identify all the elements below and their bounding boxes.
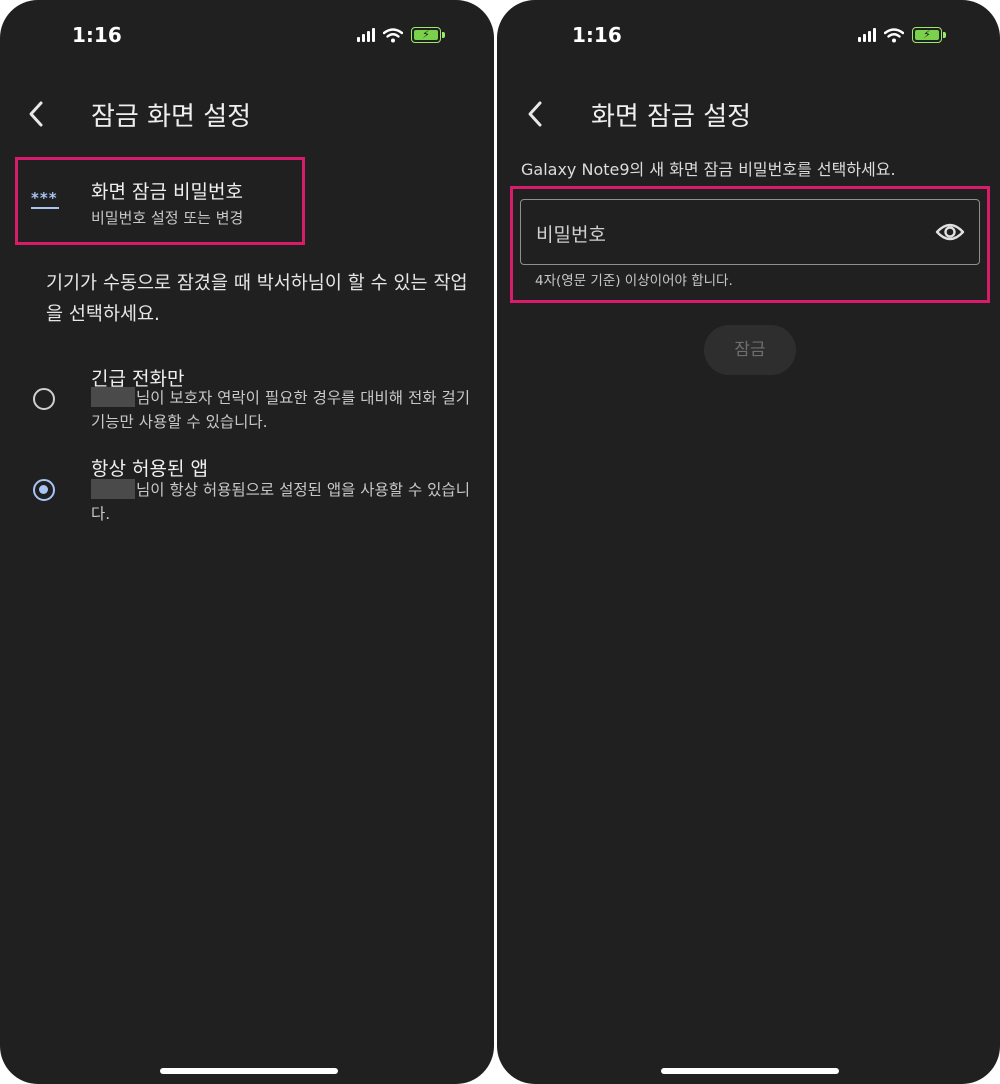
- option-description: 님이 보호자 연락이 필요한 경우를 대비해 전화 걸기 기능만 사용할 수 있…: [91, 387, 470, 431]
- redacted-name: [91, 387, 135, 407]
- radio-always-allowed-apps[interactable]: [33, 479, 55, 501]
- back-arrow-icon[interactable]: [22, 99, 52, 129]
- battery-icon: ⚡: [912, 27, 946, 43]
- lock-action-description: 기기가 수동으로 잠겼을 때 박서하님이 할 수 있는 작업을 선택하세요.: [46, 273, 468, 325]
- password-item-title: 화면 잠금 비밀번호: [91, 181, 243, 203]
- signal-icon: [357, 28, 375, 42]
- page-title: 잠금 화면 설정: [91, 102, 252, 132]
- option-emergency-calls[interactable]: 긴급 전화만 님이 보호자 연락이 필요한 경우를 대비해 전화 걸기 기능만 …: [0, 355, 494, 435]
- back-arrow-icon[interactable]: [521, 99, 551, 129]
- password-setting-item[interactable]: *** 화면 잠금 비밀번호 비밀번호 설정 또는 변경: [18, 160, 302, 242]
- password-input[interactable]: 비밀번호: [520, 199, 980, 265]
- option-always-allowed-apps[interactable]: 항상 허용된 앱 님이 항상 허용됨으로 설정된 앱을 사용할 수 있습니다.: [0, 445, 494, 525]
- option-description: 님이 항상 허용됨으로 설정된 앱을 사용할 수 있습니다.: [91, 479, 470, 523]
- password-placeholder: 비밀번호: [536, 224, 606, 246]
- page-title: 화면 잠금 설정: [591, 102, 752, 132]
- home-indicator[interactable]: [661, 1068, 839, 1074]
- option-title: 항상 허용된 앱: [91, 458, 208, 480]
- status-time: 1:16: [572, 23, 622, 47]
- password-item-subtitle: 비밀번호 설정 또는 변경: [91, 209, 244, 227]
- battery-icon: ⚡: [411, 27, 445, 43]
- status-icons: ⚡: [357, 27, 445, 43]
- status-time: 1:16: [72, 23, 122, 47]
- wifi-icon: [383, 27, 403, 42]
- lock-screen-settings-screen: 1:16 ⚡ 잠금 화면 설정 *** 화면 잠금 비밀번호 비밀번호 설정 또…: [0, 0, 494, 1084]
- radio-emergency-calls[interactable]: [33, 388, 55, 410]
- password-instruction: Galaxy Note9의 새 화면 잠금 비밀번호를 선택하세요.: [521, 160, 896, 179]
- status-icons: ⚡: [858, 27, 946, 43]
- wifi-icon: [884, 27, 904, 42]
- redacted-name: [91, 479, 135, 499]
- screen-lock-setup-screen: 1:16 ⚡ 화면 잠금 설정 Galaxy Note9의 새 화면 잠금 비밀…: [497, 0, 1000, 1084]
- signal-icon: [858, 28, 876, 42]
- password-helper-text: 4자(영문 기준) 이상이어야 합니다.: [535, 273, 733, 289]
- lock-button[interactable]: 잠금: [704, 325, 796, 375]
- home-indicator[interactable]: [160, 1068, 338, 1074]
- password-dots-icon: ***: [31, 189, 59, 209]
- eye-icon[interactable]: [935, 221, 965, 243]
